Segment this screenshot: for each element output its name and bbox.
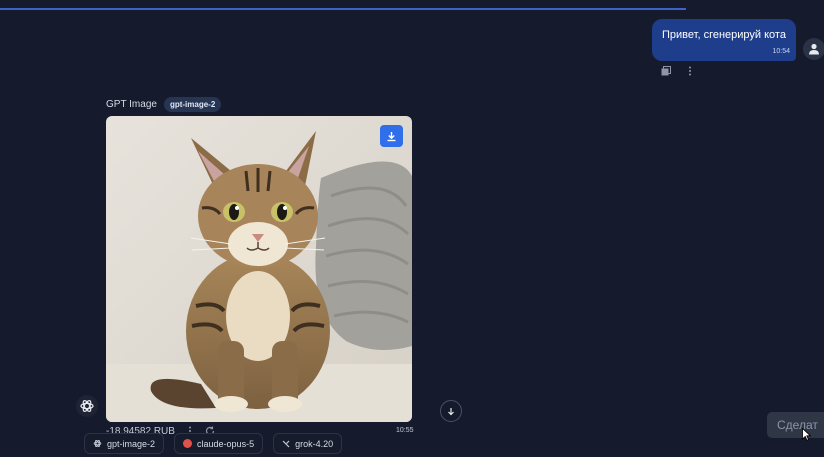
assistant-message-time: 10:55: [396, 427, 414, 434]
user-message-time: 10:54: [772, 48, 790, 55]
download-button[interactable]: [380, 125, 403, 147]
user-avatar: [803, 38, 824, 60]
assistant-model-header: GPT Image gpt-image-2: [106, 97, 222, 112]
more-vertical-icon: [689, 66, 691, 76]
generated-image[interactable]: [106, 116, 412, 422]
chip-label: grok-4.20: [295, 438, 334, 449]
anthropic-icon: [183, 439, 193, 448]
model-name: GPT Image: [106, 99, 157, 110]
openai-icon: [80, 400, 94, 412]
arrow-down-icon: [448, 407, 454, 415]
top-bar: [0, 0, 824, 10]
cat-image: [106, 116, 412, 422]
user-icon: [809, 43, 819, 55]
model-selector-chips: gpt-image-2 claude-opus-5 grok-4.20: [84, 433, 343, 454]
assistant-avatar: [76, 395, 98, 417]
xai-icon: [282, 440, 290, 447]
chip-gpt-image-2[interactable]: gpt-image-2: [84, 433, 165, 454]
user-message-actions: [660, 65, 696, 77]
download-icon: [387, 131, 396, 141]
chip-claude-opus-5[interactable]: claude-opus-5: [174, 433, 264, 454]
mouse-cursor-icon: [802, 428, 811, 441]
openai-icon: [93, 440, 102, 447]
chip-label: gpt-image-2: [107, 438, 156, 449]
chip-label: claude-opus-5: [197, 438, 255, 449]
scroll-down-button[interactable]: [440, 400, 462, 422]
send-button[interactable]: Сделат: [767, 412, 824, 438]
model-badge: gpt-image-2: [163, 97, 222, 112]
user-message-text: Привет, сгенерируй кота: [662, 29, 786, 41]
chip-grok-4-20[interactable]: grok-4.20: [273, 433, 343, 454]
more-options-button[interactable]: [684, 65, 696, 77]
user-message-bubble: Привет, сгенерируй кота 10:54: [652, 19, 796, 61]
loading-progress-bar: [0, 8, 686, 10]
copy-icon: [661, 66, 671, 76]
copy-button[interactable]: [660, 65, 672, 77]
